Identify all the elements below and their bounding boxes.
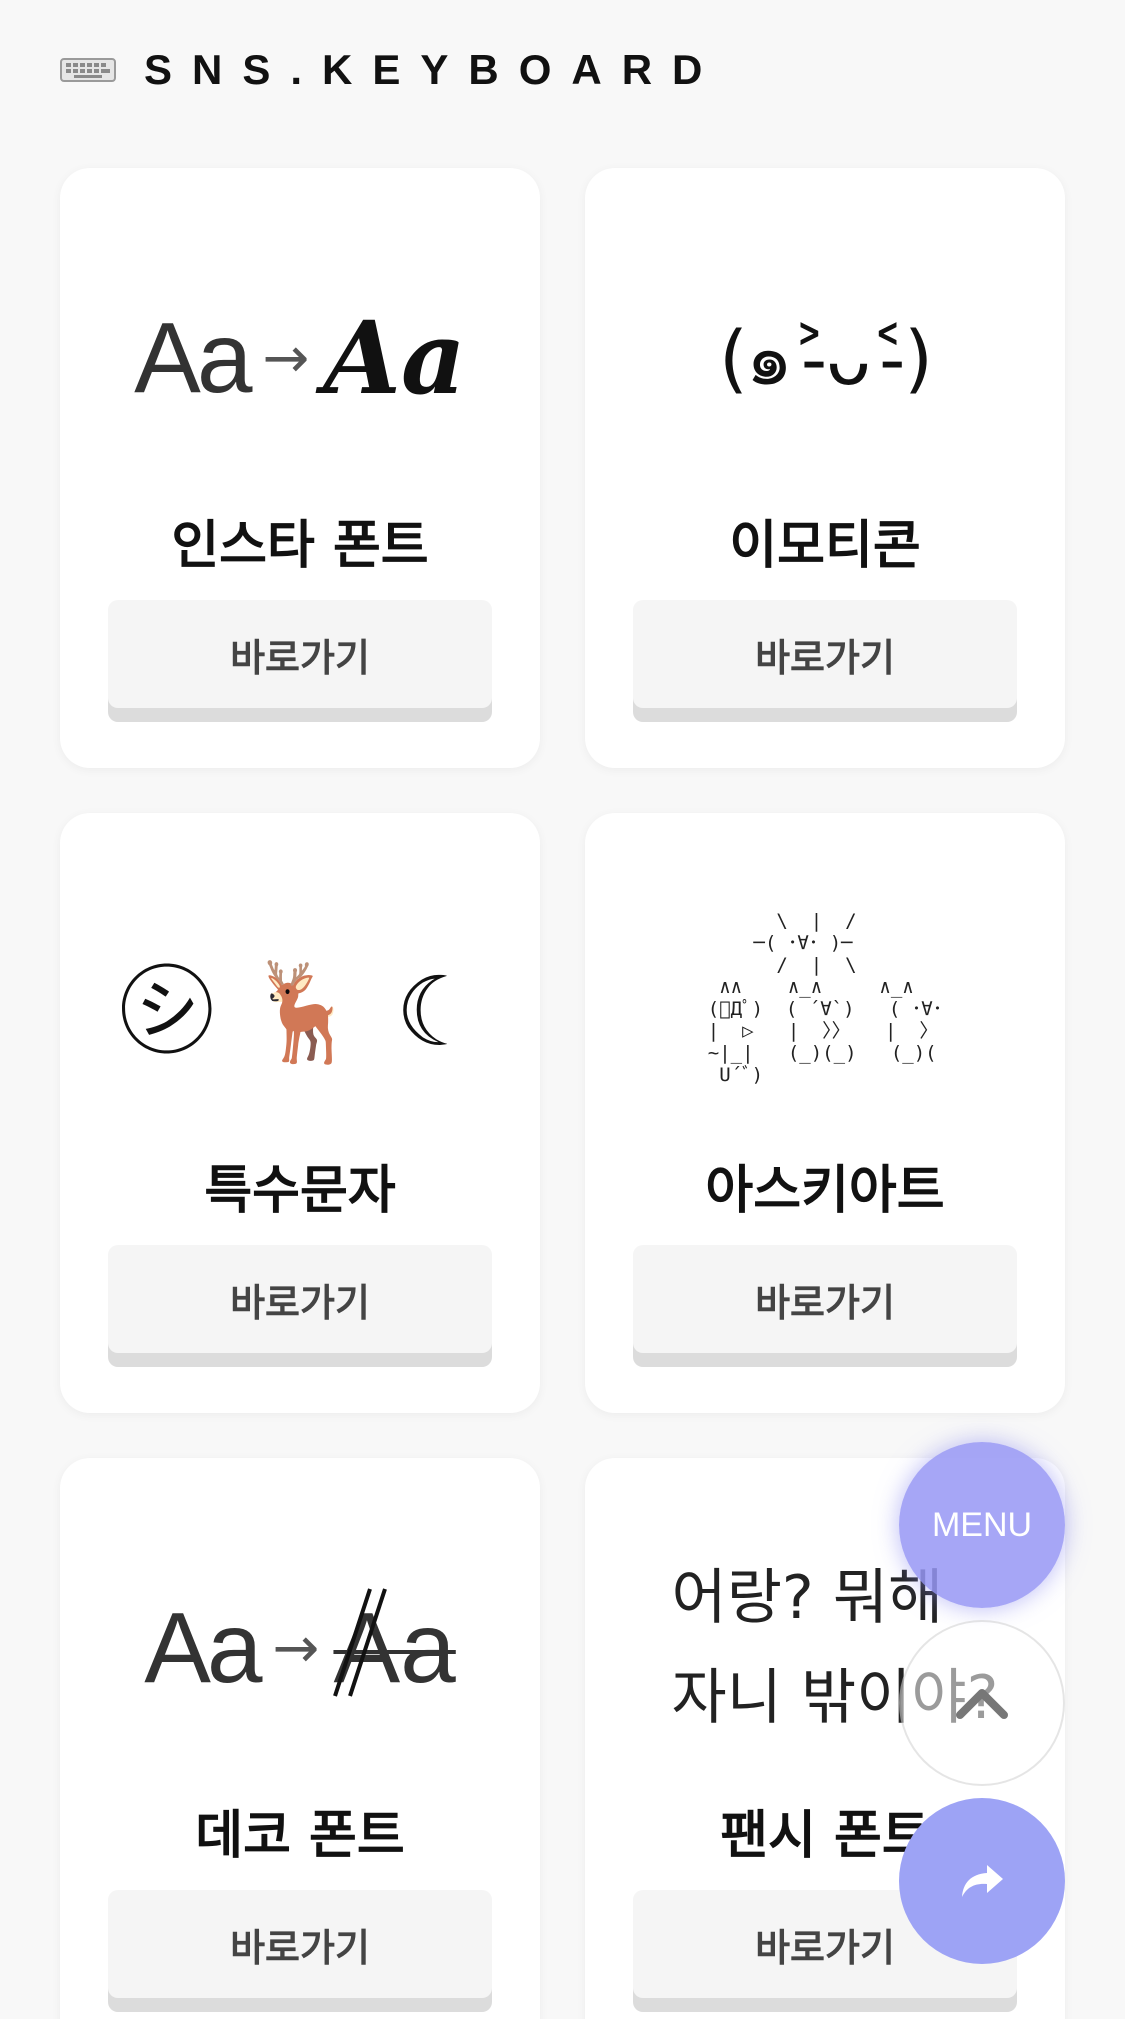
- deco-font-illustration: Aa → Aa: [100, 1498, 500, 1798]
- card-title: 데코 폰트: [195, 1806, 405, 1866]
- card-deco-font[interactable]: Aa → Aa 데코 폰트 바로가기: [60, 1458, 540, 2019]
- go-button-special-characters[interactable]: 바로가기: [108, 1245, 492, 1353]
- arrow-icon: →: [262, 325, 310, 391]
- menu-button[interactable]: MENU: [899, 1442, 1065, 1608]
- card-insta-font[interactable]: Aa → Aa 인스타 폰트 바로가기: [60, 168, 540, 768]
- deco-aa-text: Aa: [333, 1587, 456, 1706]
- go-button-insta-font[interactable]: 바로가기: [108, 600, 492, 708]
- card-title: 아스키아트: [705, 1161, 945, 1221]
- font-transform-illustration: Aa → Aa: [100, 208, 500, 508]
- scroll-to-top-button[interactable]: [899, 1620, 1065, 1786]
- card-emoticon[interactable]: (๑˃̵ᴗ˂̵) 이모티콘 바로가기: [585, 168, 1065, 768]
- go-button-deco-font[interactable]: 바로가기: [108, 1890, 492, 1998]
- ascii-art-text: \ | / ─( ･∀･ )─ / | \ ∧∧ ∧_∧ ∧_∧ (ﾟДﾟ) (…: [707, 910, 943, 1086]
- card-special-characters[interactable]: ㋛ 🦌 ☾ 특수문자 바로가기: [60, 813, 540, 1413]
- plain-aa-text: Aa: [134, 301, 252, 414]
- card-title: 이모티콘: [729, 516, 921, 576]
- plain-aa-text: Aa: [144, 1591, 262, 1704]
- script-aa-text: Aa: [323, 299, 466, 417]
- arrow-icon: →: [272, 1615, 320, 1681]
- menu-label: MENU: [931, 1505, 1033, 1544]
- special-characters-illustration: ㋛ 🦌 ☾: [100, 853, 500, 1153]
- keyboard-icon: [60, 58, 116, 82]
- ascii-art-illustration: \ | / ─( ･∀･ )─ / | \ ∧∧ ∧_∧ ∧_∧ (ﾟДﾟ) (…: [605, 853, 1045, 1143]
- special-characters-text: ㋛ 🦌 ☾: [118, 955, 482, 1068]
- card-title: 특수문자: [204, 1161, 396, 1221]
- strike-decoration-icon: [333, 1587, 388, 1697]
- share-arrow-icon: [962, 1865, 1003, 1897]
- card-ascii-art[interactable]: \ | / ─( ･∀･ )─ / | \ ∧∧ ∧_∧ ∧_∧ (ﾟДﾟ) (…: [585, 813, 1065, 1413]
- site-title[interactable]: SNS.KEYBOARD: [144, 46, 722, 94]
- emoticon-illustration: (๑˃̵ᴗ˂̵): [625, 208, 1025, 508]
- header: SNS.KEYBOARD: [60, 40, 722, 100]
- go-button-emoticon[interactable]: 바로가기: [633, 600, 1017, 708]
- go-button-ascii-art[interactable]: 바로가기: [633, 1245, 1017, 1353]
- emoticon-text: (๑˃̵ᴗ˂̵): [719, 316, 933, 402]
- share-button[interactable]: [899, 1798, 1065, 1964]
- card-title: 인스타 폰트: [171, 516, 429, 576]
- chevron-up-icon: [956, 1689, 1008, 1719]
